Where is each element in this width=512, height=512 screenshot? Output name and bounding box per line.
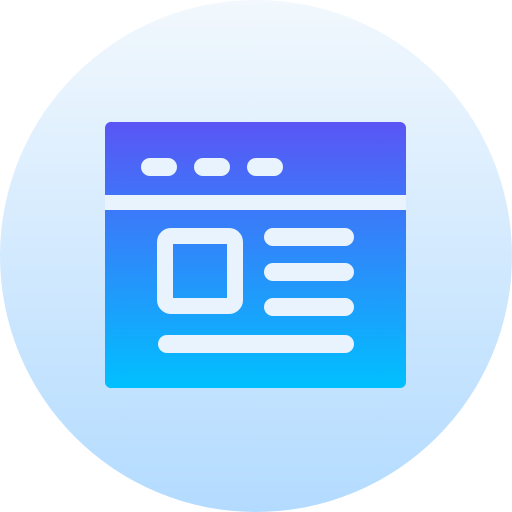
- browser-window: [104, 121, 406, 389]
- window-body: [104, 210, 406, 389]
- window-divider: [105, 195, 406, 210]
- window-dot-icon: [141, 158, 177, 176]
- web-page-layout-icon: [0, 0, 512, 512]
- text-line-icon: [264, 298, 354, 316]
- text-line-icon: [264, 263, 354, 281]
- window-dot-icon: [247, 158, 283, 176]
- window-dot-icon: [194, 158, 230, 176]
- text-line-icon: [158, 335, 354, 353]
- icon-canvas: [0, 0, 512, 512]
- text-line-icon: [264, 228, 354, 246]
